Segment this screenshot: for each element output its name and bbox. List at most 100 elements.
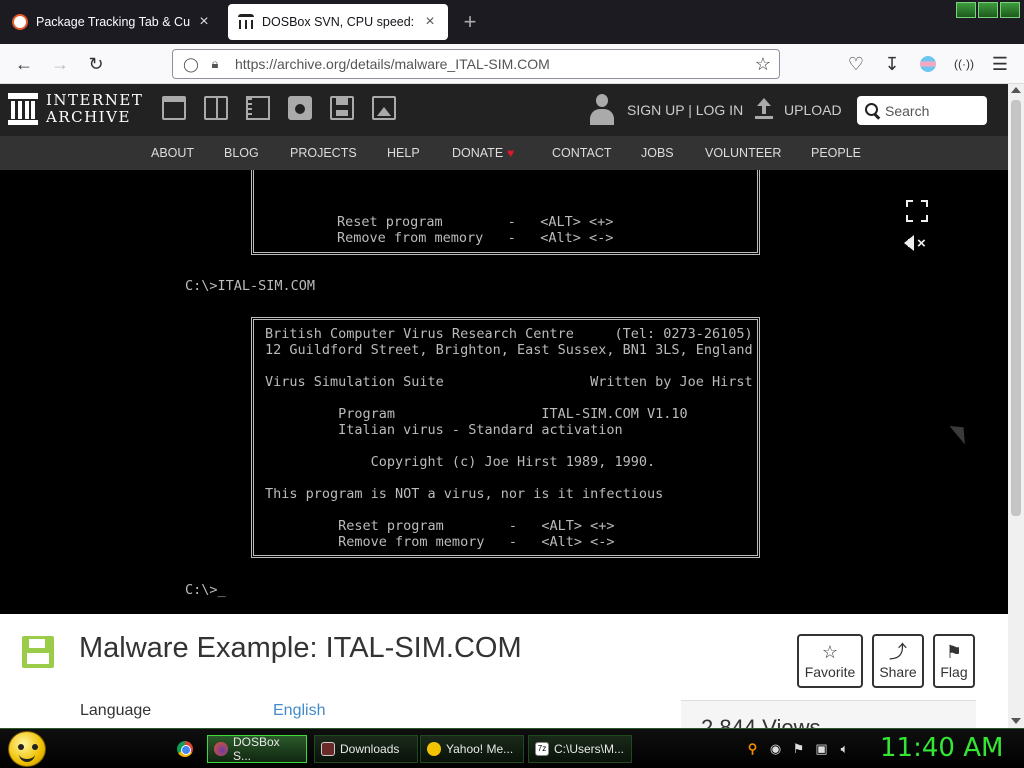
- scroll-down-arrow-icon[interactable]: [1011, 718, 1021, 724]
- ia-wordmark: INTERNET ARCHIVE: [46, 92, 143, 126]
- system-tray: ⚲ ◉ ⚑ ▣ 🔈︎: [745, 741, 852, 756]
- scroll-up-arrow-icon[interactable]: [1011, 87, 1021, 93]
- scrollbar-thumb[interactable]: [1011, 100, 1021, 516]
- dos-line: Remove from memory - <Alt> <->: [265, 534, 615, 550]
- browser-tab-dosbox[interactable]: DOSBox SVN, CPU speed: 3000 ×: [228, 4, 448, 40]
- nav-projects[interactable]: PROJECTS: [290, 146, 357, 160]
- share-icon: ⤴: [889, 642, 907, 662]
- downloads-icon[interactable]: ↧: [880, 52, 904, 76]
- window-controls: [956, 2, 1020, 18]
- mute-speaker-icon[interactable]: ×: [904, 232, 930, 254]
- url-text[interactable]: https://archive.org/details/malware_ITAL…: [235, 56, 751, 72]
- tray-search-icon[interactable]: ⚲: [745, 741, 760, 756]
- back-arrow-icon[interactable]: ←: [12, 52, 36, 76]
- pocket-icon[interactable]: ♡: [844, 52, 868, 76]
- texts-icon[interactable]: [204, 96, 228, 120]
- new-tab-button[interactable]: +: [458, 9, 482, 35]
- images-icon[interactable]: [372, 96, 396, 120]
- archive-building-icon: [8, 93, 38, 125]
- signup-login-link[interactable]: SIGN UP | LOG IN: [627, 102, 743, 118]
- media-type-icons: [162, 96, 396, 120]
- dos-line: Reset program - <ALT> <+>: [265, 518, 615, 534]
- dos-line: Reset program - <ALT> <+>: [337, 214, 614, 230]
- taskbar-clock[interactable]: 11:40 AM: [880, 733, 1003, 763]
- heart-icon: ♥: [507, 146, 515, 160]
- nav-contact[interactable]: CONTACT: [552, 146, 612, 160]
- taskbar-item-label: Yahoo! Me...: [446, 742, 514, 756]
- nav-people[interactable]: PEOPLE: [811, 146, 861, 160]
- minimize-button[interactable]: [956, 2, 976, 18]
- ia-top-bar: INTERNET ARCHIVE SIGN UP | LOG IN UPLOAD…: [0, 84, 1008, 136]
- close-tab-icon[interactable]: ×: [422, 13, 438, 31]
- nav-volunteer[interactable]: VOLUNTEER: [705, 146, 781, 160]
- favorite-button[interactable]: ☆ Favorite: [797, 634, 863, 688]
- internet-archive-favicon: [238, 14, 254, 30]
- dos-prompt-command: C:\>ITAL-SIM.COM: [185, 278, 316, 294]
- close-window-button[interactable]: [1000, 2, 1020, 18]
- dosbox-emulator-canvas[interactable]: Reset program - <ALT> <+> Remove from me…: [0, 170, 1008, 614]
- user-avatar-icon[interactable]: [588, 94, 616, 126]
- dos-line: Copyright (c) Joe Hirst 1989, 1990.: [265, 454, 656, 470]
- extension-2-icon[interactable]: ((·)): [952, 52, 976, 76]
- yahoo-messenger-icon: [427, 742, 441, 756]
- language-value-link[interactable]: English: [273, 702, 325, 720]
- close-tab-icon[interactable]: ×: [196, 13, 212, 31]
- audio-icon[interactable]: [288, 96, 312, 120]
- fullscreen-icon[interactable]: [906, 200, 928, 222]
- upload-icon[interactable]: [754, 98, 774, 120]
- dos-line: Italian virus - Standard activation: [265, 422, 623, 438]
- taskbar-item-downloads[interactable]: Downloads: [314, 735, 418, 763]
- bookmark-star-icon[interactable]: ☆: [751, 54, 775, 75]
- taskbar-item-label: DOSBox S...: [233, 735, 280, 763]
- search-icon: [865, 102, 881, 119]
- nav-jobs[interactable]: JOBS: [641, 146, 674, 160]
- browser-toolbar: ← → ↻ ◯ 🔒︎ https://archive.org/details/m…: [0, 44, 1024, 84]
- internet-archive-logo[interactable]: INTERNET ARCHIVE: [8, 92, 143, 126]
- star-icon: ☆: [821, 642, 839, 662]
- taskbar-item-yahoo[interactable]: Yahoo! Me...: [420, 735, 524, 763]
- search-input[interactable]: Search: [857, 96, 987, 125]
- ia-secondary-nav: ABOUT BLOG PROJECTS HELP DONATE ♥ CONTACT…: [0, 136, 1008, 170]
- share-button[interactable]: ⤴ Share: [872, 634, 924, 688]
- share-label: Share: [879, 664, 917, 680]
- extension-icon[interactable]: [916, 52, 940, 76]
- maximize-button[interactable]: [978, 2, 998, 18]
- chrome-icon[interactable]: [177, 741, 193, 757]
- tracking-shield-icon[interactable]: ◯: [181, 56, 201, 73]
- browser-tab-package-tracking[interactable]: Package Tracking Tab & Custor ×: [2, 4, 222, 40]
- logo-line-2: ARCHIVE: [46, 108, 131, 126]
- video-icon[interactable]: [246, 96, 270, 120]
- lock-icon[interactable]: 🔒︎: [205, 56, 225, 72]
- tray-status-icon[interactable]: ◉: [768, 741, 783, 756]
- upload-link[interactable]: UPLOAD: [784, 102, 842, 118]
- dos-line: Virus Simulation Suite Written by Joe Hi…: [265, 374, 753, 390]
- tray-network-icon[interactable]: ▣: [814, 741, 829, 756]
- downloads-folder-icon: [321, 742, 335, 756]
- url-bar[interactable]: ◯ 🔒︎ https://archive.org/details/malware…: [172, 49, 780, 79]
- tray-flag-icon[interactable]: ⚑: [791, 741, 806, 756]
- nav-donate[interactable]: DONATE ♥: [452, 146, 514, 160]
- taskbar-item-explorer[interactable]: 7z C:\Users\M...: [528, 735, 632, 763]
- dos-line: 12 Guildford Street, Brighton, East Suss…: [265, 342, 753, 358]
- software-floppy-icon: [22, 636, 54, 668]
- nav-about[interactable]: ABOUT: [151, 146, 194, 160]
- language-label: Language: [80, 702, 152, 719]
- views-count: 2,844 Views: [701, 715, 821, 728]
- software-icon[interactable]: [330, 96, 354, 120]
- search-placeholder: Search: [885, 102, 930, 119]
- dos-prompt-final: C:\>_: [185, 582, 226, 598]
- start-button-smiley-icon[interactable]: [8, 731, 46, 767]
- reload-icon[interactable]: ↻: [84, 52, 108, 76]
- favorite-label: Favorite: [804, 664, 856, 680]
- hamburger-menu-icon[interactable]: ☰: [988, 52, 1012, 76]
- flag-button[interactable]: ⚑ Flag: [933, 634, 975, 688]
- nav-blog[interactable]: BLOG: [224, 146, 259, 160]
- nav-help[interactable]: HELP: [387, 146, 420, 160]
- dos-line: This program is NOT a virus, nor is it i…: [265, 486, 664, 502]
- tray-volume-icon[interactable]: 🔈︎: [837, 741, 852, 756]
- page-scrollbar[interactable]: [1008, 84, 1024, 728]
- forward-arrow-icon[interactable]: →: [48, 52, 72, 76]
- web-icon[interactable]: [162, 96, 186, 120]
- taskbar-item-dosbox[interactable]: DOSBox S...: [207, 735, 307, 763]
- page-title: Malware Example: ITAL-SIM.COM: [79, 632, 522, 664]
